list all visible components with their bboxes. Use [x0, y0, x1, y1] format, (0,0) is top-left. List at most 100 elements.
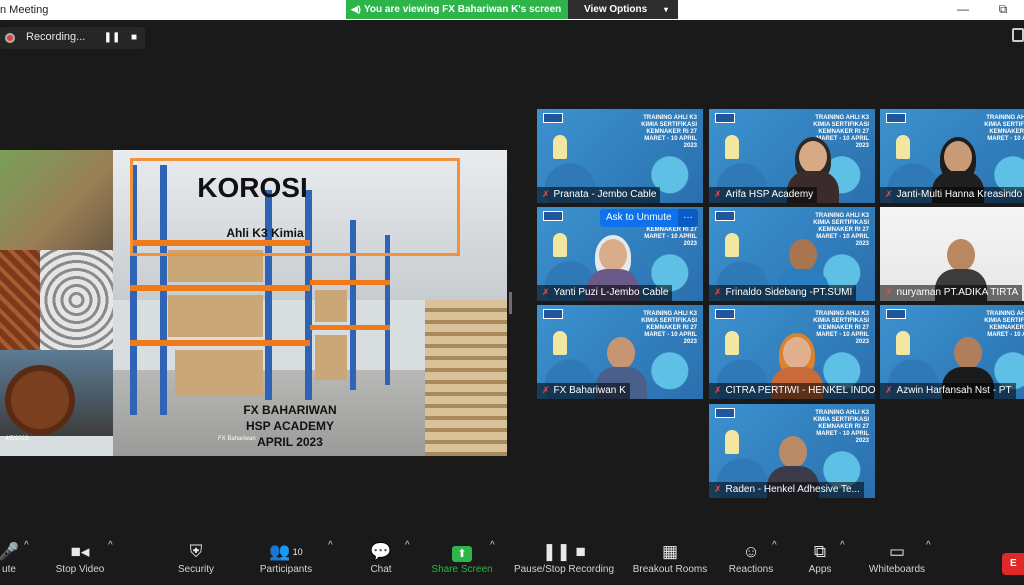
- slide-presenter-info: FX BAHARIWAN HSP ACADEMY APRIL 2023: [230, 402, 350, 450]
- participant-tile[interactable]: TRAINING AHLI K3 KIMIA SERTIFIKASI KEMNA…: [709, 109, 875, 203]
- shared-screen-slide: KOROSI Ahli K3 Kimia FX BAHARIWAN HSP AC…: [0, 150, 507, 456]
- video-options-chevron-icon[interactable]: ^: [108, 540, 113, 584]
- apps-button[interactable]: ⧉ Apps: [804, 540, 836, 584]
- mascot-figure: [553, 233, 567, 257]
- participant-tile[interactable]: TRAINING AHLI K3 KIMIA SERTIFIKASI KEMNA…: [709, 207, 875, 301]
- participant-tile[interactable]: TRAINING AHLI K3 KIMIA SERTIFIKASI KEMNA…: [709, 305, 875, 399]
- stop-video-button[interactable]: ■◂ Stop Video: [48, 540, 112, 584]
- slide-footer-date: 4/5/2023: [5, 436, 29, 442]
- slide-title: KOROSI: [197, 172, 308, 203]
- minimize-icon[interactable]: —: [948, 2, 978, 18]
- speaker-icon: ◀): [351, 4, 361, 14]
- mute-options-chevron-icon[interactable]: ^: [24, 540, 29, 584]
- participants-count: 10: [292, 547, 303, 557]
- shield-icon: ⛨: [189, 542, 203, 561]
- end-meeting-button[interactable]: E: [1002, 553, 1024, 575]
- reactions-button[interactable]: ☺ Reactions: [726, 540, 776, 584]
- participant-tile[interactable]: ✗ nuryaman PT.ADIKA TIRTA: [880, 207, 1024, 301]
- participant-tile[interactable]: TRAINING AHLI K3 KIMIA SERTIFIKASI KEMNA…: [880, 305, 1024, 399]
- chat-button[interactable]: 💬 Chat: [366, 540, 396, 584]
- recording-indicator: Recording... ❚❚ ■: [0, 27, 145, 49]
- stop-video-label: Stop Video: [55, 564, 105, 575]
- participant-tile[interactable]: TRAINING AHLI K3 KIMIA SERTIFIKASI KEMNA…: [880, 109, 1024, 203]
- chat-icon: 💬: [370, 542, 392, 561]
- pause-stop-icon: ❚❚ ■: [542, 542, 586, 561]
- slide-presenter-name: FX BAHARIWAN: [243, 403, 337, 417]
- meeting-toolbar: 🎤 ute ^ ■◂ Stop Video ^ ⛨ Security 👥 10 P…: [0, 538, 1024, 585]
- slide-pallet-boxes: [315, 290, 347, 322]
- participant-name: Raden - Henkel Adhesive Te...: [725, 484, 860, 495]
- more-options-icon[interactable]: ···: [678, 209, 698, 227]
- slide-pallet-stack: [425, 300, 507, 456]
- hsp-logo: [543, 211, 563, 221]
- participant-tile[interactable]: TRAINING AHLI K3 KIMIA SERTIFIKASI KEMNA…: [537, 207, 703, 301]
- mascot-figure: [896, 135, 910, 159]
- view-options-button[interactable]: View Options ▾: [568, 0, 678, 19]
- participant-name: Yanti Puzi L-Jembo Cable: [553, 287, 669, 298]
- stop-recording-button[interactable]: ■: [124, 28, 144, 48]
- muted-microphone-icon: ✗: [714, 484, 722, 494]
- layout-icon[interactable]: [1012, 28, 1024, 42]
- whiteboards-label: Whiteboards: [868, 564, 926, 575]
- screen-share-banner: ◀) You are viewing FX Bahariwan K's scre…: [346, 0, 568, 19]
- share-screen-icon: ⬆: [428, 540, 496, 564]
- apps-icon: ⧉: [813, 542, 827, 561]
- hsp-logo: [715, 408, 735, 418]
- split-view-handle[interactable]: [509, 292, 512, 314]
- breakout-rooms-button[interactable]: ▦ Breakout Rooms: [630, 540, 710, 584]
- pause-stop-recording-button[interactable]: ❚❚ ■ Pause/Stop Recording: [510, 540, 618, 584]
- participant-tile[interactable]: TRAINING AHLI K3 KIMIA SERTIFIKASI KEMNA…: [537, 109, 703, 203]
- participant-name: Azwin Harfansah Nst - PT: [896, 385, 1012, 396]
- ask-to-unmute-button[interactable]: Ask to Unmute ···: [600, 209, 698, 227]
- video-camera-icon: ■◂: [70, 542, 90, 561]
- participant-name-label: ✗ FX Bahariwan K: [537, 383, 630, 399]
- participant-name: FX Bahariwan K: [553, 385, 626, 396]
- share-screen-button[interactable]: ⬆ Share Screen: [428, 540, 496, 584]
- whiteboards-button[interactable]: ▭ Whiteboards: [864, 540, 930, 584]
- participant-name: Janti-Multi Hanna Kreasindo: [896, 189, 1023, 200]
- poster-text: TRAINING AHLI K3 KIMIA SERTIFIKASI KEMNA…: [984, 115, 1024, 142]
- ask-to-unmute-label: Ask to Unmute: [606, 212, 672, 223]
- mascot-figure: [553, 331, 567, 355]
- slide-pallet-boxes: [175, 350, 263, 395]
- recording-label: Recording...: [26, 31, 86, 43]
- hsp-logo: [715, 211, 735, 221]
- participant-name-label: ✗ Frinaldo Sidebang -PT.SUMI: [709, 285, 857, 301]
- slide-rack-beam: [130, 340, 310, 346]
- participant-name-label: ✗ nuryaman PT.ADIKA TIRTA: [880, 285, 1023, 301]
- mute-label: ute: [2, 564, 16, 575]
- whiteboards-options-chevron-icon[interactable]: ^: [926, 540, 931, 584]
- microphone-icon: 🎤: [0, 542, 20, 561]
- share-screen-label: Share Screen: [431, 564, 493, 575]
- participant-tile[interactable]: TRAINING AHLI K3 KIMIA SERTIFIKASI KEMNA…: [537, 305, 703, 399]
- apps-options-chevron-icon[interactable]: ^: [840, 540, 845, 584]
- muted-microphone-icon: ✗: [714, 287, 722, 297]
- chevron-down-icon: ▾: [663, 5, 668, 14]
- smiley-icon: ☺: [742, 542, 760, 561]
- participant-name-label: ✗ CITRA PERTIWI - HENKEL INDO: [709, 383, 875, 399]
- share-options-chevron-icon[interactable]: ^: [490, 540, 495, 584]
- muted-microphone-icon: ✗: [542, 189, 550, 199]
- hsp-logo: [543, 113, 563, 123]
- mute-button[interactable]: 🎤 ute: [0, 540, 20, 584]
- participants-button[interactable]: 👥 10 Participants: [254, 540, 318, 584]
- restore-icon[interactable]: ⧉: [988, 2, 1018, 18]
- reactions-options-chevron-icon[interactable]: ^: [772, 540, 777, 584]
- pause-recording-button[interactable]: ❚❚: [102, 28, 122, 48]
- mascot-figure: [725, 430, 739, 454]
- slide-rack-beam: [310, 280, 390, 285]
- hsp-logo: [543, 309, 563, 319]
- participant-tile[interactable]: TRAINING AHLI K3 KIMIA SERTIFIKASI KEMNA…: [709, 404, 875, 498]
- slide-corroded-pipe-image: [0, 150, 113, 250]
- view-options-label: View Options: [584, 4, 648, 15]
- slide-steel-chain-image: [40, 250, 113, 350]
- muted-microphone-icon: ✗: [714, 189, 722, 199]
- participants-label: Participants: [259, 564, 313, 575]
- security-button[interactable]: ⛨ Security: [172, 540, 220, 584]
- slide-presenter-org: HSP ACADEMY: [245, 419, 334, 433]
- mascot-figure: [896, 331, 910, 355]
- participants-icon: 👥 10: [269, 542, 303, 561]
- chat-options-chevron-icon[interactable]: ^: [405, 540, 410, 584]
- participant-name: Pranata - Jembo Cable: [553, 189, 657, 200]
- participants-options-chevron-icon[interactable]: ^: [328, 540, 333, 584]
